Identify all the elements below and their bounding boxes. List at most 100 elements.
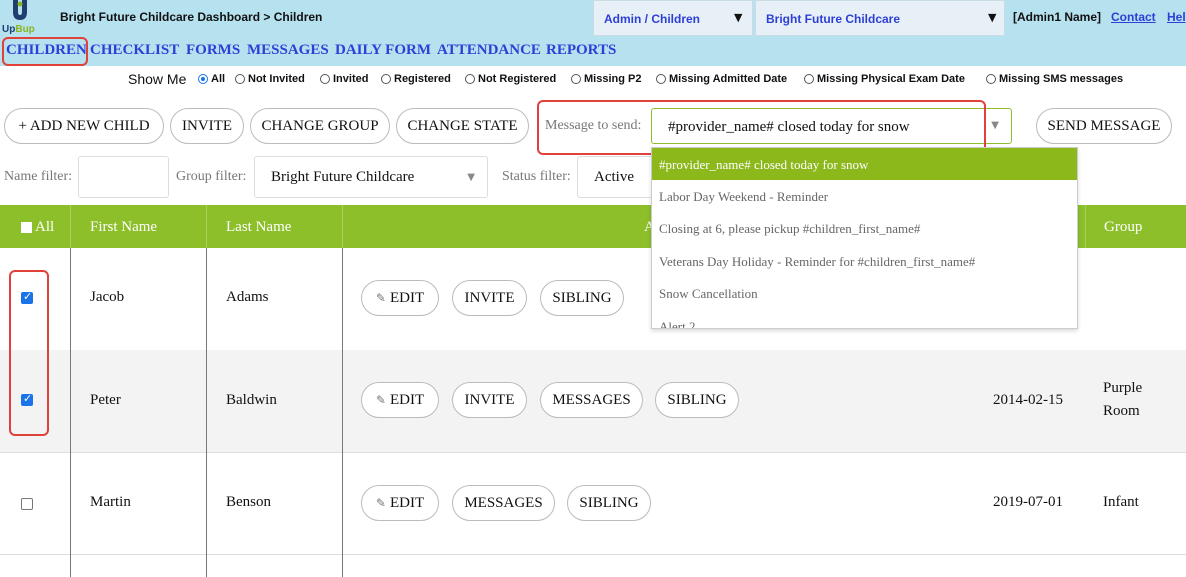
messages-button[interactable]: MESSAGES — [540, 382, 643, 418]
select-all-checkbox[interactable]: All — [21, 219, 54, 236]
help-link[interactable]: Help — [1167, 10, 1186, 24]
first-name-cell: Martin — [90, 494, 131, 510]
message-option[interactable]: Alert 2 — [652, 310, 1077, 328]
nav-reports[interactable]: REPORTS — [546, 42, 616, 59]
group-filter-select[interactable]: Bright Future Childcare ▼ — [254, 156, 488, 198]
checkbox-box — [21, 222, 32, 233]
radio-label: All — [211, 73, 226, 85]
group-cell: Purple — [1103, 380, 1143, 396]
radio-indicator — [381, 74, 391, 84]
nav-messages[interactable]: MESSAGES — [247, 42, 329, 59]
chevron-down-icon: ▼ — [988, 11, 997, 24]
nav-attendance[interactable]: ATTENDANCE — [437, 42, 541, 59]
column-divider — [342, 205, 343, 248]
message-option[interactable]: Veterans Day Holiday - Reminder for #chi… — [652, 245, 1077, 277]
top-bar: UpBup Bright Future Childcare Dashboard … — [0, 0, 1186, 36]
status-filter-value: Active — [594, 169, 634, 185]
name-filter-input[interactable] — [78, 156, 169, 198]
role-select-value: Admin / Children — [604, 12, 700, 26]
upbup-logo[interactable]: UpBup — [2, 0, 42, 36]
radio-label: Registered — [394, 73, 451, 85]
change-state-button[interactable]: CHANGE STATE — [396, 108, 529, 144]
column-divider — [1085, 205, 1086, 248]
edit-button-label: EDIT — [389, 289, 425, 306]
radio-missing-sms-messages[interactable]: Missing SMS messages — [986, 73, 1123, 85]
radio-indicator — [235, 74, 245, 84]
column-divider — [206, 205, 207, 248]
status-filter-select[interactable]: Active — [577, 156, 657, 198]
radio-label: Invited — [333, 73, 369, 85]
invite-button[interactable]: INVITE — [452, 280, 527, 316]
radio-not-registered[interactable]: Not Registered — [465, 73, 556, 85]
radio-all[interactable]: All — [198, 73, 225, 85]
sibling-button[interactable]: SIBLING — [655, 382, 739, 418]
sibling-button[interactable]: SIBLING — [540, 280, 624, 316]
radio-indicator — [986, 74, 996, 84]
logo-mark-icon — [13, 0, 27, 20]
pencil-icon: ✎ — [375, 393, 386, 407]
add-new-child-button[interactable]: + ADD NEW CHILD — [4, 108, 164, 144]
chevron-down-icon: ▼ — [991, 120, 999, 131]
contact-link[interactable]: Contact — [1111, 10, 1156, 24]
radio-invited[interactable]: Invited — [320, 73, 368, 85]
first-name-cell: Peter — [90, 392, 121, 408]
group-filter-value: Bright Future Childcare — [271, 169, 415, 185]
radio-indicator — [571, 74, 581, 84]
edit-button[interactable]: ✎ EDIT — [361, 382, 439, 418]
change-group-button[interactable]: CHANGE GROUP — [250, 108, 390, 144]
message-options-list: #provider_name# closed today for snow La… — [651, 147, 1078, 329]
radio-indicator — [320, 74, 330, 84]
status-filter-label: Status filter: — [502, 169, 571, 184]
header-group[interactable]: Group — [1104, 219, 1142, 236]
nav-daily-form[interactable]: DAILY FORM — [335, 42, 431, 59]
date-cell: 2019-07-01 — [993, 494, 1063, 510]
radio-label: Missing P2 — [584, 73, 642, 85]
message-option[interactable]: #provider_name# closed today for snow — [652, 148, 1077, 180]
chevron-down-icon: ▼ — [734, 11, 743, 24]
column-divider — [206, 248, 207, 577]
name-filter-label: Name filter: — [4, 169, 73, 184]
radio-label: Missing Admitted Date — [669, 73, 788, 85]
messages-button[interactable]: MESSAGES — [452, 485, 555, 521]
radio-missing-admitted-date[interactable]: Missing Admitted Date — [656, 73, 787, 85]
children-highlight — [2, 37, 88, 66]
nav-forms[interactable]: FORMS — [186, 42, 240, 59]
radio-label: Not Registered — [478, 73, 557, 85]
message-option[interactable]: Snow Cancellation — [652, 277, 1077, 309]
radio-missing-physical-exam-date[interactable]: Missing Physical Exam Date — [804, 73, 965, 85]
provider-select[interactable]: Bright Future Childcare ▼ — [755, 0, 1005, 36]
radio-indicator — [804, 74, 814, 84]
chevron-down-icon: ▼ — [467, 172, 475, 183]
provider-select-value: Bright Future Childcare — [766, 12, 901, 26]
group-cell: Room — [1103, 403, 1140, 419]
radio-not-invited[interactable]: Not Invited — [235, 73, 305, 85]
admin-name: [Admin1 Name] — [1013, 10, 1102, 24]
nav-checklist[interactable]: CHECKLIST — [90, 42, 179, 59]
radio-registered[interactable]: Registered — [381, 73, 451, 85]
send-message-button[interactable]: SEND MESSAGE — [1036, 108, 1172, 144]
column-divider — [70, 248, 71, 577]
column-divider — [70, 205, 71, 248]
invite-button[interactable]: INVITE — [452, 382, 527, 418]
show-me-label: Show Me — [128, 71, 187, 87]
radio-label: Missing Physical Exam Date — [817, 73, 965, 85]
message-option[interactable]: Labor Day Weekend - Reminder — [652, 180, 1077, 212]
sibling-button[interactable]: SIBLING — [567, 485, 651, 521]
edit-button[interactable]: ✎ EDIT — [361, 485, 439, 521]
radio-label: Missing SMS messages — [999, 73, 1124, 85]
edit-button-label: EDIT — [389, 391, 425, 408]
edit-button[interactable]: ✎ EDIT — [361, 280, 439, 316]
radio-missing-p2[interactable]: Missing P2 — [571, 73, 641, 85]
date-cell: 2014-02-15 — [993, 392, 1063, 408]
pencil-icon: ✎ — [375, 291, 386, 305]
radio-indicator — [465, 74, 475, 84]
row-checkbox[interactable] — [21, 498, 33, 510]
invite-button[interactable]: INVITE — [170, 108, 244, 144]
role-select[interactable]: Admin / Children ▼ — [593, 0, 753, 36]
header-last-name[interactable]: Last Name — [226, 219, 291, 236]
group-cell: Infant — [1103, 494, 1139, 510]
message-option[interactable]: Closing at 6, please pickup #children_fi… — [652, 212, 1077, 244]
last-name-cell: Benson — [226, 494, 271, 510]
radio-indicator — [656, 74, 666, 84]
header-first-name[interactable]: First Name — [90, 219, 157, 236]
